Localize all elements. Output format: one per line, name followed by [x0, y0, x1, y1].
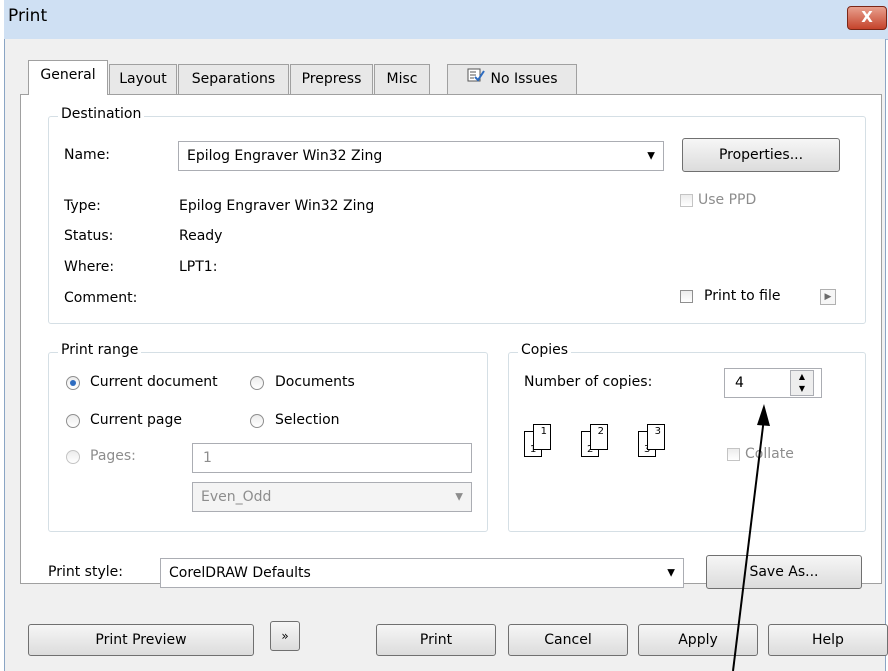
print-style-label: Print style:: [48, 564, 123, 580]
copies-legend: Copies: [518, 342, 572, 358]
status-value: Ready: [179, 228, 223, 244]
print-to-file-options-button[interactable]: ▶: [820, 289, 836, 305]
play-icon: ▶: [824, 292, 832, 302]
status-label: Status:: [64, 228, 114, 244]
number-of-copies-value: 4: [735, 375, 744, 391]
tab-separations[interactable]: Separations: [178, 64, 289, 94]
pages-radio[interactable]: [66, 450, 80, 464]
tab-prepress[interactable]: Prepress: [290, 64, 373, 94]
destination-legend: Destination: [58, 106, 145, 122]
print-label: Print: [419, 632, 453, 648]
window-title: Print: [8, 6, 48, 26]
tab-layout[interactable]: Layout: [109, 64, 177, 94]
chevron-down-icon: ▼: [455, 491, 463, 503]
pages-input[interactable]: 1: [192, 443, 472, 473]
tab-misc[interactable]: Misc: [374, 64, 430, 94]
current-document-radio[interactable]: [66, 376, 80, 390]
help-label: Help: [812, 632, 844, 648]
print-range-legend: Print range: [58, 342, 142, 358]
collate-checkbox[interactable]: [727, 448, 740, 461]
print-to-file-label: Print to file: [704, 288, 781, 304]
page-icon: 3: [647, 424, 665, 450]
current-page-radio[interactable]: [66, 414, 80, 428]
where-value: LPT1:: [179, 259, 218, 275]
tab-label: Separations: [191, 71, 276, 87]
number-of-copies-label: Number of copies:: [524, 374, 653, 390]
use-ppd-label: Use PPD: [698, 192, 757, 208]
type-value: Epilog Engraver Win32 Zing: [179, 198, 375, 214]
cancel-label: Cancel: [544, 632, 592, 648]
use-ppd-checkbox[interactable]: [680, 194, 693, 207]
chevron-down-icon: ▼: [647, 150, 655, 162]
selection-radio[interactable]: [250, 414, 264, 428]
print-style-value: CorelDRAW Defaults: [169, 565, 311, 581]
copies-spinner[interactable]: ▲ ▼: [790, 370, 814, 396]
tab-label: Prepress: [301, 71, 362, 87]
even-odd-dropdown[interactable]: Even_Odd ▼: [192, 482, 472, 512]
pages-value: 1: [203, 450, 212, 466]
help-button[interactable]: Help: [768, 624, 888, 656]
close-icon: X: [861, 8, 873, 26]
properties-label: Properties...: [718, 147, 804, 163]
selection-label: Selection: [275, 412, 340, 428]
documents-radio[interactable]: [250, 376, 264, 390]
where-label: Where:: [64, 259, 115, 275]
print-preview-button[interactable]: Print Preview: [28, 624, 254, 656]
name-label: Name:: [64, 147, 111, 163]
print-preview-label: Print Preview: [95, 632, 187, 648]
save-as-label: Save As...: [749, 564, 819, 580]
even-odd-value: Even_Odd: [201, 489, 272, 505]
tab-no-issues[interactable]: No Issues: [447, 64, 577, 94]
printer-name-value: Epilog Engraver Win32 Zing: [187, 148, 383, 164]
print-style-dropdown[interactable]: CorelDRAW Defaults ▼: [160, 558, 684, 588]
chevron-down-icon: ▼: [667, 567, 675, 579]
type-label: Type:: [64, 198, 101, 214]
title-bar: Print X: [4, 0, 888, 40]
apply-label: Apply: [678, 632, 718, 648]
tab-label: Layout: [119, 71, 167, 87]
page-icon: 1: [533, 424, 551, 450]
tab-label: Misc: [386, 71, 418, 87]
properties-button[interactable]: Properties...: [682, 138, 840, 172]
print-to-file-checkbox[interactable]: [680, 290, 693, 303]
checklist-icon: [467, 65, 485, 93]
page-icon: 2: [590, 424, 608, 450]
double-chevron-right-icon: »: [281, 629, 289, 643]
apply-button[interactable]: Apply: [638, 624, 758, 656]
printer-name-dropdown[interactable]: Epilog Engraver Win32 Zing ▼: [178, 141, 664, 171]
current-page-label: Current page: [90, 412, 182, 428]
tab-label: No Issues: [490, 71, 558, 87]
current-document-label: Current document: [90, 374, 218, 390]
documents-label: Documents: [275, 374, 355, 390]
print-button[interactable]: Print: [376, 624, 496, 656]
comment-label: Comment:: [64, 290, 138, 306]
expand-preview-button[interactable]: »: [270, 621, 300, 651]
cancel-button[interactable]: Cancel: [508, 624, 628, 656]
tab-general[interactable]: General: [28, 60, 108, 95]
save-as-button[interactable]: Save As...: [706, 555, 862, 589]
close-button[interactable]: X: [847, 6, 887, 30]
spin-down-icon[interactable]: ▼: [791, 383, 813, 395]
collate-label: Collate: [745, 446, 794, 462]
pages-label: Pages:: [90, 448, 136, 464]
tab-label: General: [40, 67, 96, 83]
